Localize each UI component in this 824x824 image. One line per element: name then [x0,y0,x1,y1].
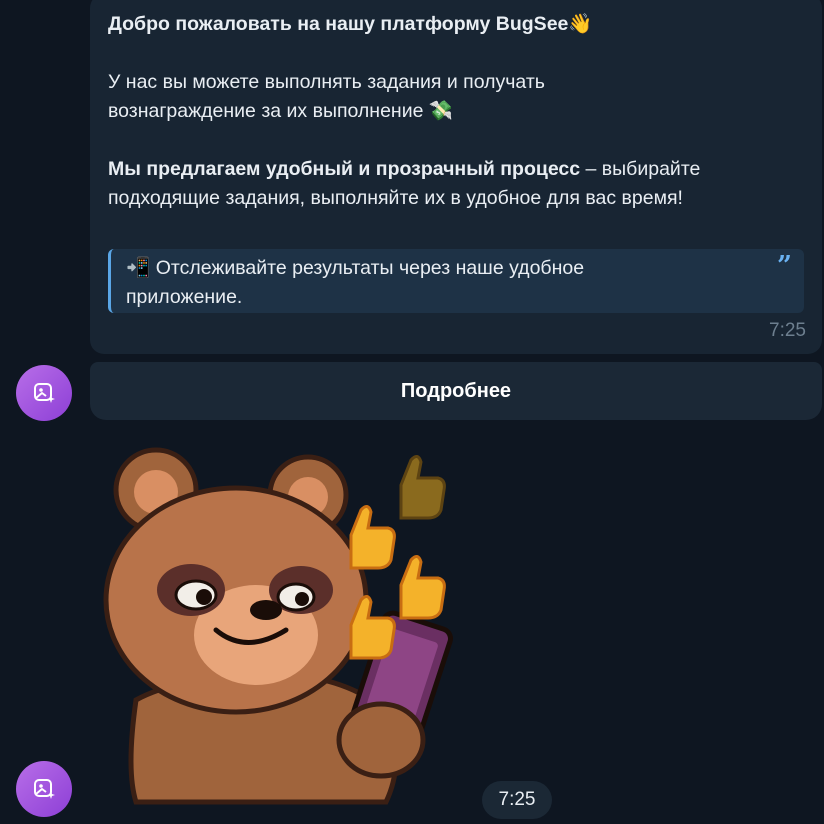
message-bubble: Добро пожаловать на нашу платформу BugSe… [90,0,822,354]
message-line: У нас вы можете выполнять задания и полу… [108,71,545,93]
message-line: подходящие задания, выполняйте их в удоб… [108,187,683,209]
money-emoji-icon: 💸 [428,100,454,122]
message-line: вознаграждение за их выполнение 💸 [108,100,454,122]
quote-text: приложение. [126,286,243,308]
sticker-time: 7:25 [482,781,552,819]
quote-icon: ” [777,251,792,281]
message-bold-text: Мы предлагаем удобный и прозрачный проце… [108,158,581,180]
image-sparkle-icon [34,383,55,403]
phone-emoji-icon: 📲 [126,257,151,279]
chat-area: Добро пожаловать на нашу платформу BugSe… [0,0,824,824]
more-info-button[interactable]: Подробнее [90,362,822,420]
wave-emoji-icon: 👋 [568,13,593,35]
message-title: Добро пожаловать на нашу платформу BugSe… [108,13,593,35]
bot-avatar[interactable] [16,365,72,421]
image-sparkle-icon [34,779,55,799]
quote-block: 📲 Отслеживайте результаты через наше удо… [108,249,804,313]
bear-sticker[interactable] [96,440,476,808]
message-time: 7:25 [769,320,806,341]
quote-text: Отслеживайте результаты через наше удобн… [155,257,585,279]
message-line: Мы предлагаем удобный и прозрачный проце… [108,158,701,180]
bot-avatar[interactable] [16,761,72,817]
